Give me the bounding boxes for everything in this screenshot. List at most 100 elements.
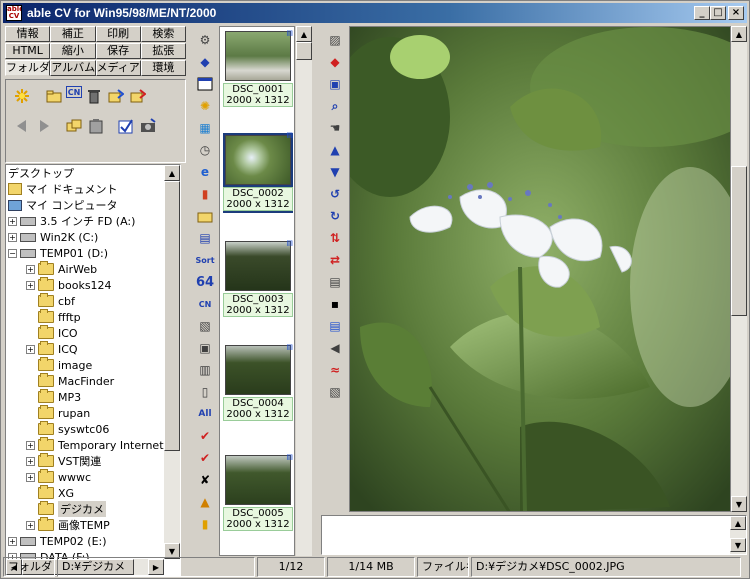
rotate-right-icon[interactable]: ↻ <box>325 206 345 226</box>
file-copy-icon[interactable]: ▣ <box>195 338 215 358</box>
tree-item-folder[interactable]: + wwwc <box>26 469 91 485</box>
exif-info-icon[interactable]: ▤ <box>325 316 345 336</box>
check-icon[interactable]: ✔ <box>195 448 215 468</box>
tree-item-folder[interactable]: syswtc06 <box>38 421 109 437</box>
tree-item-folder[interactable]: ffftp <box>38 309 81 325</box>
tree-item-d-drive[interactable]: − TEMP01 (D:) <box>8 245 108 261</box>
scroll-thumb[interactable] <box>296 42 312 60</box>
sound-icon[interactable]: ◀ <box>325 338 345 358</box>
check-range-icon[interactable]: ✔ <box>195 426 215 446</box>
expand-icon[interactable]: + <box>26 472 35 482</box>
scroll-thumb[interactable] <box>164 181 180 451</box>
tab-folder[interactable]: フォルダ <box>5 60 51 76</box>
tab-correction[interactable]: 補正 <box>50 26 96 42</box>
tab-html[interactable]: HTML <box>5 43 51 59</box>
tree-item-my-computer[interactable]: マイ コンピュータ <box>8 197 118 213</box>
scroll-thumb[interactable] <box>731 166 747 316</box>
rename-files-icon[interactable]: CN <box>195 294 215 314</box>
next-image-icon[interactable]: ▼ <box>325 162 345 182</box>
comment-textarea[interactable]: ▲ ▼ <box>321 515 747 555</box>
color-correct-icon[interactable]: ◆ <box>195 52 215 72</box>
hand-icon[interactable]: ☚ <box>325 118 345 138</box>
zoom-icon[interactable]: ⌕ <box>325 96 345 116</box>
new-folder-icon[interactable] <box>44 86 64 106</box>
exit-icon[interactable]: ▮ <box>195 514 215 534</box>
sun-icon[interactable]: ✺ <box>195 96 215 116</box>
image-view-scrollbar[interactable]: ▲ ▼ <box>731 26 747 512</box>
scroll-up-button[interactable]: ▲ <box>164 165 180 181</box>
tree-item-folder[interactable]: XG <box>38 485 74 501</box>
warning-icon[interactable]: ▲ <box>195 492 215 512</box>
tree-item-desktop[interactable]: デスクトップ <box>8 165 74 181</box>
tree-item-c-drive[interactable]: + Win2K (C:) <box>8 229 98 245</box>
edit-list-icon[interactable]: ▧ <box>195 316 215 336</box>
slideshow-icon[interactable]: ▦ <box>195 118 215 138</box>
tree-item-folder[interactable]: + VST関連 <box>26 453 101 469</box>
tree-item-folder[interactable]: ICO <box>38 325 78 341</box>
tree-item-folder[interactable]: + 画像TEMP <box>26 517 110 533</box>
tree-item-folder[interactable]: MacFinder <box>38 373 114 389</box>
tree-item-folder[interactable]: cbf <box>38 293 75 309</box>
expand-icon[interactable]: + <box>8 232 17 242</box>
copy-files-icon[interactable] <box>64 116 84 136</box>
fit-window-icon[interactable]: ▣ <box>325 74 345 94</box>
tab-info[interactable]: 情報 <box>5 26 51 42</box>
move-folder-icon[interactable] <box>128 86 148 106</box>
maximize-button[interactable]: □ <box>710 6 726 20</box>
image-view[interactable] <box>349 26 731 512</box>
back-arrow-icon[interactable] <box>12 116 32 136</box>
flip-vertical-icon[interactable]: ⇅ <box>325 228 345 248</box>
expand-icon[interactable]: + <box>26 520 35 530</box>
expand-icon[interactable]: + <box>8 536 17 546</box>
flip-horizontal-icon[interactable]: ⇄ <box>325 250 345 270</box>
collapse-icon[interactable]: − <box>8 248 17 258</box>
expand-icon[interactable]: + <box>26 264 35 274</box>
tab-shrink[interactable]: 縮小 <box>50 43 96 59</box>
tab-extend[interactable]: 拡張 <box>140 43 186 59</box>
expand-icon[interactable]: + <box>26 280 35 290</box>
tree-item-folder[interactable]: MP3 <box>38 389 81 405</box>
title-bar[interactable]: able CV able CV for Win95/98/ME/NT/2000 … <box>3 3 747 23</box>
tree-item-selected-folder[interactable]: デジカメ <box>38 501 106 517</box>
scroll-down-button[interactable]: ▼ <box>731 496 747 512</box>
thumbnail-item[interactable]: ▤ DSC_0001 2000 x 1312 <box>223 29 293 107</box>
scroll-down-button[interactable]: ▼ <box>730 538 746 552</box>
image-list-icon[interactable]: ▤ <box>195 228 215 248</box>
thumbnail-item-selected[interactable]: ▤ DSC_0002 2000 x 1312 <box>223 131 293 213</box>
tab-print[interactable]: 印刷 <box>95 26 141 42</box>
tab-environment[interactable]: 環境 <box>140 60 186 76</box>
tab-media[interactable]: メディア <box>95 60 141 76</box>
tree-item-folder[interactable]: + books124 <box>26 277 112 293</box>
scroll-up-button[interactable]: ▲ <box>730 516 746 530</box>
size-64-icon[interactable]: 64 <box>195 272 215 292</box>
tree-vertical-scrollbar[interactable]: ▲ ▼ <box>164 165 180 559</box>
thumbnail-item[interactable]: ▤ DSC_0004 2000 x 1312 <box>223 343 293 421</box>
scroll-up-button[interactable]: ▲ <box>731 26 747 42</box>
browser-icon[interactable]: e <box>195 162 215 182</box>
tree-item-folder[interactable]: + AirWeb <box>26 261 97 277</box>
rename-icon[interactable]: CN <box>66 86 82 98</box>
rotate-left-icon[interactable]: ↺ <box>325 184 345 204</box>
tab-search[interactable]: 検索 <box>140 26 186 42</box>
camera-icon[interactable] <box>138 116 158 136</box>
comment-scrollbar[interactable]: ▲ ▼ <box>730 516 746 554</box>
tab-save[interactable]: 保存 <box>95 43 141 59</box>
forward-arrow-icon[interactable] <box>34 116 54 136</box>
graph-icon[interactable]: ▮ <box>195 184 215 204</box>
save-icon[interactable]: ▪ <box>325 294 345 314</box>
trash-icon[interactable]: ▯ <box>195 382 215 402</box>
previous-image-icon[interactable]: ▲ <box>325 140 345 160</box>
expand-icon[interactable]: + <box>26 344 35 354</box>
scroll-up-button[interactable]: ▲ <box>296 26 312 42</box>
close-button[interactable]: × <box>728 6 744 20</box>
check-select-icon[interactable] <box>116 116 136 136</box>
thumbnail-item[interactable]: ▤ DSC_0005 2000 x 1312 <box>223 453 293 531</box>
thumbnail-item[interactable]: ▤ DSC_0003 2000 x 1312 <box>223 239 293 317</box>
copy-folder-icon[interactable] <box>106 86 126 106</box>
select-all-icon[interactable]: All <box>195 404 215 424</box>
expand-icon[interactable]: + <box>26 456 35 466</box>
color-cube-icon[interactable]: ◆ <box>325 52 345 72</box>
histogram-icon[interactable]: ≈ <box>325 360 345 380</box>
adjust-icon[interactable]: ▨ <box>325 30 345 50</box>
tree-item-e-drive[interactable]: + TEMP02 (E:) <box>8 533 107 549</box>
